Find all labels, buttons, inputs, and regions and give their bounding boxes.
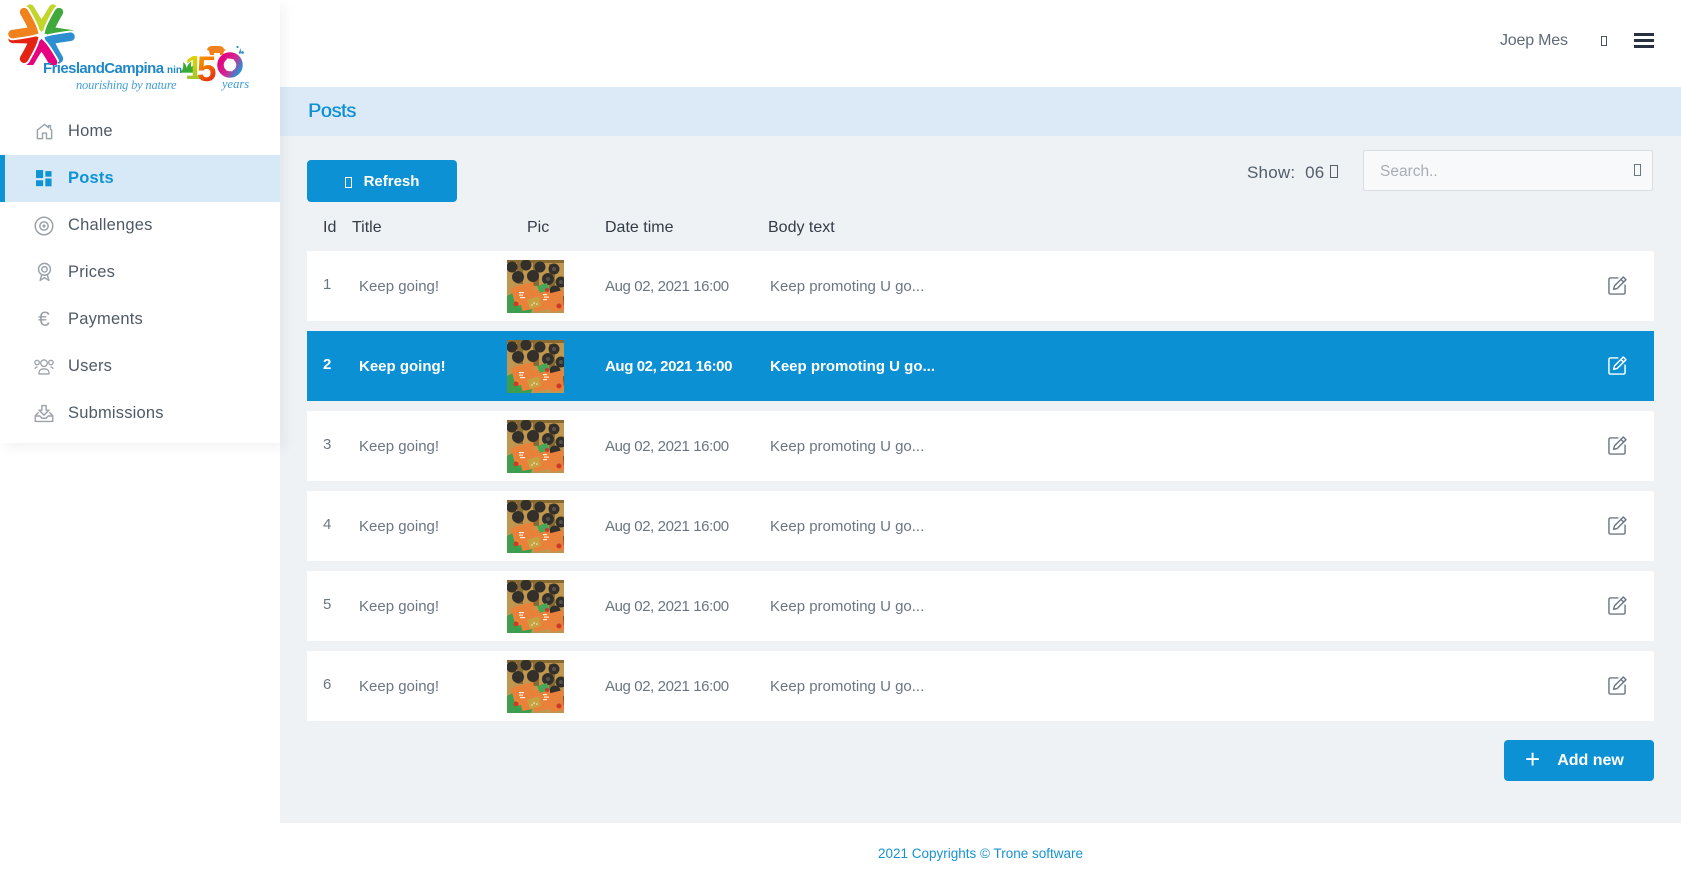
svg-text:years: years <box>220 77 249 91</box>
svg-text:5: 5 <box>197 50 216 89</box>
